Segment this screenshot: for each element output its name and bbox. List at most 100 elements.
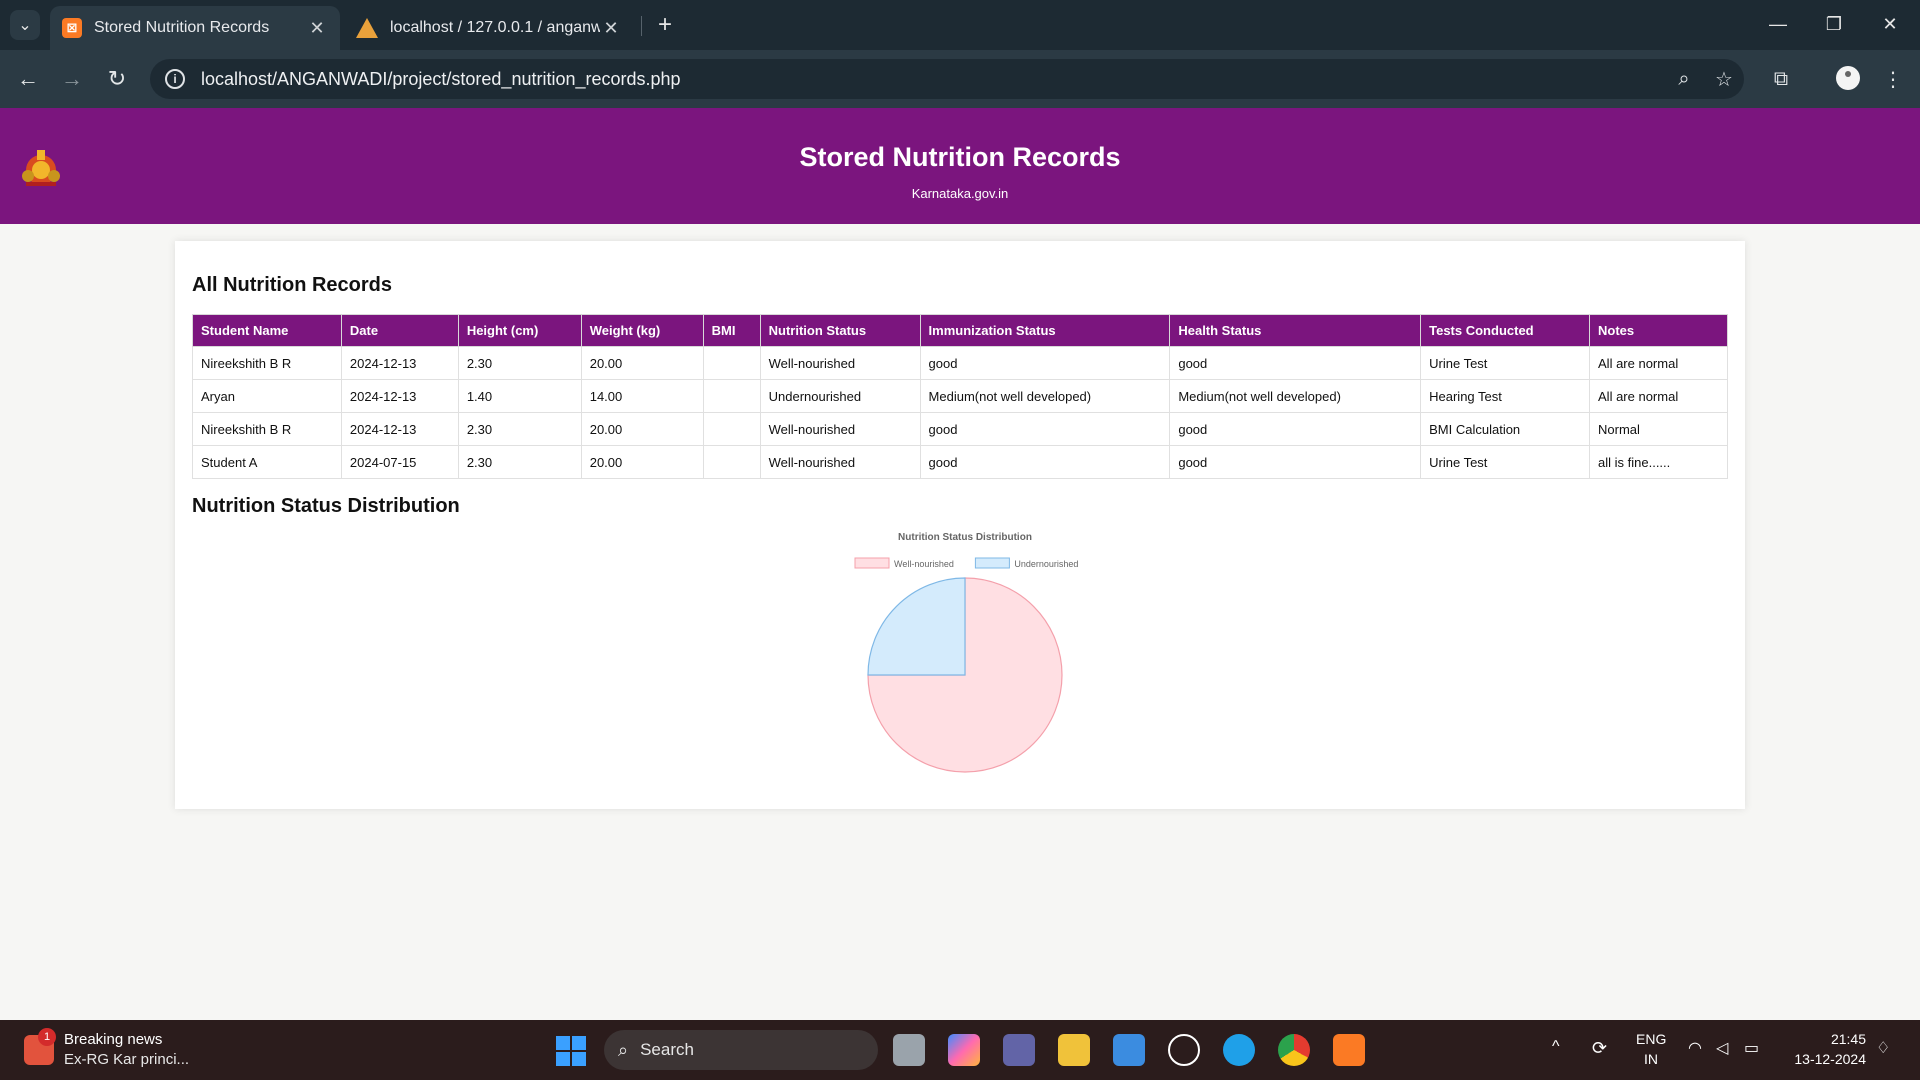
table-cell: Urine Test	[1420, 346, 1591, 380]
table-cell: Student A	[192, 445, 342, 479]
news-subtitle[interactable]: Ex-RG Kar princi...	[64, 1051, 189, 1068]
table-cell: good	[1169, 445, 1422, 479]
sync-icon[interactable]: ⟳	[1592, 1038, 1607, 1059]
table-cell	[702, 346, 761, 380]
minimize-icon: —	[1769, 13, 1787, 34]
teams-icon[interactable]	[1003, 1034, 1035, 1066]
edge-icon[interactable]	[1223, 1034, 1255, 1066]
table-cell: 1.40	[457, 379, 582, 413]
plus-icon: +	[657, 11, 672, 38]
address-bar[interactable]: i localhost/ANGANWADI/project/stored_nut…	[150, 59, 1744, 99]
table-cell	[702, 379, 761, 413]
legend-label[interactable]: Undernourished	[1014, 559, 1078, 569]
table-cell: good	[919, 445, 1171, 479]
os-taskbar: 1 Breaking news Ex-RG Kar princi... ⌕ Se…	[0, 1020, 1920, 1080]
browser-toolbar: ← → ↻ i localhost/ANGANWADI/project/stor…	[0, 50, 1920, 108]
pie-slice-undernourished[interactable]	[867, 577, 966, 676]
table-cell	[702, 445, 761, 479]
menu-button[interactable]: ⋮	[1877, 63, 1909, 95]
table-cell: good	[919, 412, 1171, 446]
site-info-icon[interactable]: i	[165, 69, 185, 89]
minimize-button[interactable]: —	[1758, 8, 1798, 40]
table-cell: Well-nourished	[759, 445, 921, 479]
wifi-icon[interactable]: ◠	[1688, 1038, 1702, 1058]
table-cell: 2024-12-13	[340, 412, 459, 446]
language-top[interactable]: ENG	[1636, 1031, 1666, 1047]
tab-phpmyadmin[interactable]: localhost / 127.0.0.1 / anganwa ✕	[344, 6, 634, 50]
xampp-icon[interactable]	[1333, 1034, 1365, 1066]
chart-title: Nutrition Status Distribution	[898, 532, 1032, 543]
dell-icon[interactable]	[1168, 1034, 1200, 1066]
battery-icon[interactable]: ▭	[1744, 1038, 1759, 1058]
table-cell: Medium(not well developed)	[919, 379, 1171, 413]
table-cell: Normal	[1589, 412, 1728, 446]
reload-icon: ↻	[107, 66, 127, 91]
language-bottom[interactable]: IN	[1644, 1051, 1658, 1067]
forward-button[interactable]: →	[56, 63, 88, 95]
column-header: Nutrition Status	[759, 314, 921, 347]
chevron-up-icon[interactable]: ^	[1552, 1038, 1560, 1056]
tab-close-icon[interactable]: ✕	[306, 18, 328, 39]
volume-icon[interactable]: ◁	[1716, 1038, 1728, 1058]
tab-title: localhost / 127.0.0.1 / anganwa	[390, 19, 600, 36]
table-cell: BMI Calculation	[1420, 412, 1591, 446]
new-tab-button[interactable]: +	[650, 10, 680, 40]
browser-tab-bar: ⌄ ⊠ Stored Nutrition Records ✕ localhost…	[0, 0, 1920, 50]
table-cell: Hearing Test	[1420, 379, 1591, 413]
tab-stored-nutrition-records[interactable]: ⊠ Stored Nutrition Records ✕	[50, 6, 340, 50]
table-cell: Undernourished	[759, 379, 921, 413]
nutrition-pie-chart-container: Nutrition Status Distribution Well-nouri…	[835, 527, 1095, 797]
news-badge: 1	[38, 1028, 56, 1046]
reload-button[interactable]: ↻	[101, 63, 133, 95]
copilot-icon[interactable]	[948, 1034, 980, 1066]
close-icon: ✕	[1882, 13, 1898, 34]
bookmark-star-icon[interactable]: ☆	[1704, 67, 1744, 92]
table-cell: good	[1169, 346, 1422, 380]
table-cell: 2024-07-15	[340, 445, 459, 479]
arrow-right-icon: →	[61, 66, 83, 91]
table-cell: Aryan	[192, 379, 342, 413]
table-cell: 14.00	[580, 379, 704, 413]
clock-time[interactable]: 21:45	[1826, 1031, 1866, 1047]
legend-label[interactable]: Well-nourished	[894, 559, 954, 569]
news-title[interactable]: Breaking news	[64, 1031, 162, 1048]
column-header: Immunization Status	[919, 314, 1171, 347]
windows-start-icon[interactable]	[556, 1036, 586, 1066]
taskbar-search[interactable]: ⌕ Search	[604, 1030, 878, 1070]
file-explorer-icon[interactable]	[1058, 1034, 1090, 1066]
puzzle-icon: ⧉	[1773, 67, 1789, 90]
clock-date[interactable]: 13-12-2024	[1784, 1051, 1866, 1067]
records-heading: All Nutrition Records	[192, 274, 393, 296]
table-cell: 2.30	[457, 412, 582, 446]
zoom-icon[interactable]: ⌕	[1664, 68, 1704, 91]
column-header: BMI	[702, 314, 761, 347]
legend-swatch[interactable]	[854, 557, 890, 569]
table-cell: Well-nourished	[759, 346, 921, 380]
profile-avatar[interactable]	[1836, 66, 1860, 90]
nutrition-records-table: Student Name Date Height (cm) Weight (kg…	[192, 314, 1728, 479]
search-icon: ⌕	[618, 1039, 629, 1060]
close-window-button[interactable]: ✕	[1870, 8, 1910, 40]
table-cell: 20.00	[580, 412, 704, 446]
tab-close-icon[interactable]: ✕	[600, 18, 622, 39]
table-cell: 2.30	[457, 346, 582, 380]
restore-button[interactable]: ❐	[1814, 8, 1854, 40]
table-cell: All are normal	[1589, 379, 1728, 413]
page-subtitle: Karnataka.gov.in	[911, 186, 1009, 201]
table-cell: 2.30	[457, 445, 582, 479]
legend-swatch[interactable]	[974, 557, 1010, 569]
notification-bell-icon[interactable]: ♢	[1876, 1038, 1890, 1058]
column-header: Weight (kg)	[580, 314, 704, 347]
extensions-button[interactable]: ⧉	[1765, 63, 1797, 95]
url-text[interactable]: localhost/ANGANWADI/project/stored_nutri…	[201, 69, 1664, 90]
task-view-icon[interactable]	[893, 1034, 925, 1066]
table-cell: good	[1169, 412, 1422, 446]
back-button[interactable]: ←	[12, 63, 44, 95]
chart-legend: Well-nourished Undernourished	[854, 557, 1078, 569]
microsoft-store-icon[interactable]	[1113, 1034, 1145, 1066]
table-cell: 2024-12-13	[340, 379, 459, 413]
nutrition-pie-chart: Nutrition Status Distribution Well-nouri…	[854, 532, 1078, 773]
table-cell: 2024-12-13	[340, 346, 459, 380]
chrome-icon[interactable]	[1278, 1034, 1310, 1066]
tab-search-button[interactable]: ⌄	[10, 10, 40, 40]
